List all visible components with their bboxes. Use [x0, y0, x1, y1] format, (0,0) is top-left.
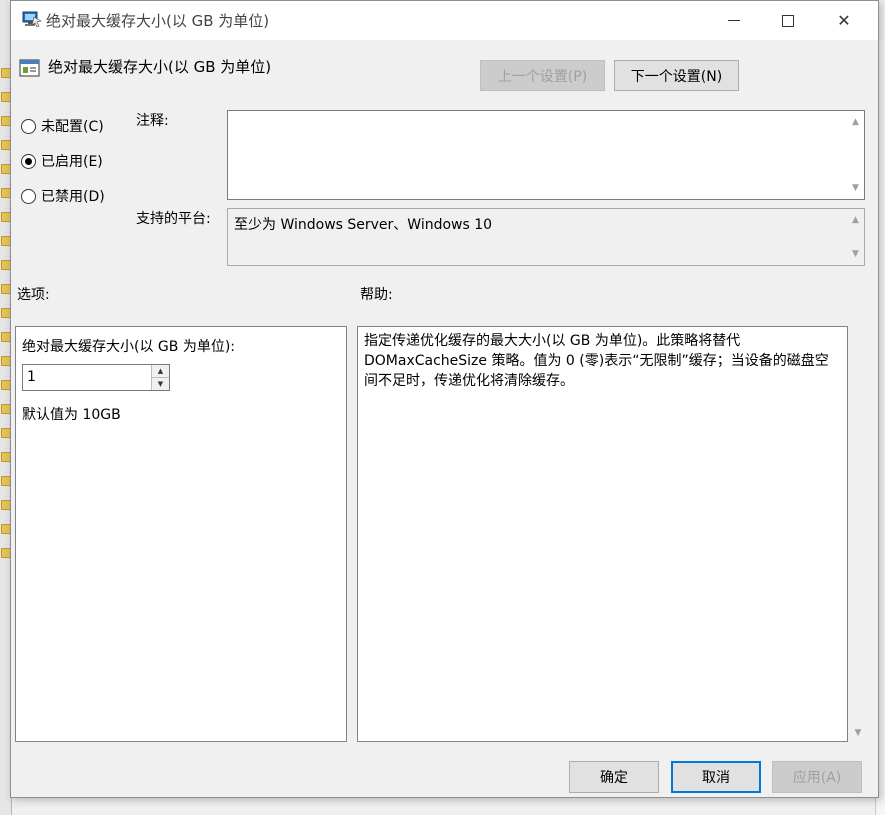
help-section-label: 帮助:: [360, 287, 393, 303]
scroll-down-icon[interactable]: ▼: [852, 249, 859, 259]
minimize-icon: [728, 20, 740, 21]
radio-not-configured[interactable]: 未配置(C): [21, 116, 104, 136]
radio-enabled[interactable]: 已启用(E): [21, 151, 103, 171]
close-icon: ✕: [837, 11, 851, 30]
radio-label: 未配置(C): [41, 119, 104, 135]
platform-value: 至少为 Windows Server、Windows 10: [234, 217, 493, 233]
options-section-label: 选项:: [17, 287, 50, 303]
cancel-button[interactable]: 取消: [671, 761, 761, 793]
radio-circle[interactable]: [21, 188, 36, 204]
help-text: 指定传递优化缓存的最大大小(以 GB 为单位)。此策略将替代 DOMaxCach…: [364, 333, 829, 389]
spinner-buttons: ▲ ▼: [151, 365, 169, 390]
radio-circle[interactable]: [21, 153, 36, 169]
platform-field: 至少为 Windows Server、Windows 10 ▲ ▼: [227, 208, 865, 266]
ok-button[interactable]: 确定: [569, 761, 659, 793]
previous-setting-button[interactable]: 上一个设置(P): [480, 60, 605, 91]
scroll-down-icon[interactable]: ▼: [855, 728, 862, 738]
scroll-down-icon[interactable]: ▼: [852, 183, 859, 193]
comment-textarea[interactable]: ▲ ▼: [227, 110, 865, 200]
title-bar[interactable]: 绝对最大缓存大小(以 GB 为单位) ✕: [11, 1, 878, 40]
setting-icon: [19, 59, 40, 77]
radio-label: 已禁用(D): [41, 189, 105, 205]
apply-button[interactable]: 应用(A): [772, 761, 862, 793]
cache-size-spinbox[interactable]: 1 ▲ ▼: [22, 364, 170, 391]
cache-size-label: 绝对最大缓存大小(以 GB 为单位):: [22, 339, 235, 355]
help-panel: 指定传递优化缓存的最大大小(以 GB 为单位)。此策略将替代 DOMaxCach…: [357, 326, 848, 742]
platform-label: 支持的平台:: [136, 211, 211, 227]
platform-scrollbar[interactable]: ▲ ▼: [847, 209, 864, 265]
default-value-text: 默认值为 10GB: [22, 407, 121, 423]
maximize-button[interactable]: [765, 1, 811, 40]
comment-label: 注释:: [136, 113, 169, 129]
cache-size-value[interactable]: 1: [27, 369, 36, 385]
window-title: 绝对最大缓存大小(以 GB 为单位): [46, 12, 270, 30]
close-button[interactable]: ✕: [821, 1, 867, 40]
radio-label: 已启用(E): [41, 154, 103, 170]
policy-setting-dialog: 绝对最大缓存大小(以 GB 为单位) ✕ 绝对最大缓存大小(以 GB 为单位) …: [10, 0, 879, 798]
spin-up-icon[interactable]: ▲: [152, 365, 169, 377]
spin-down-icon[interactable]: ▼: [152, 377, 169, 390]
next-setting-button[interactable]: 下一个设置(N): [614, 60, 739, 91]
setting-title: 绝对最大缓存大小(以 GB 为单位): [48, 58, 272, 76]
help-scrollbar[interactable]: ▼: [849, 326, 867, 742]
policy-app-icon: [22, 11, 42, 27]
radio-disabled[interactable]: 已禁用(D): [21, 186, 105, 206]
scroll-up-icon[interactable]: ▲: [852, 117, 859, 127]
radio-circle[interactable]: [21, 118, 36, 134]
minimize-button[interactable]: [711, 1, 757, 40]
maximize-icon: [782, 14, 794, 27]
options-panel: 绝对最大缓存大小(以 GB 为单位): 1 ▲ ▼ 默认值为 10GB: [15, 326, 347, 742]
comment-scrollbar[interactable]: ▲ ▼: [847, 111, 864, 199]
scroll-up-icon[interactable]: ▲: [852, 215, 859, 225]
